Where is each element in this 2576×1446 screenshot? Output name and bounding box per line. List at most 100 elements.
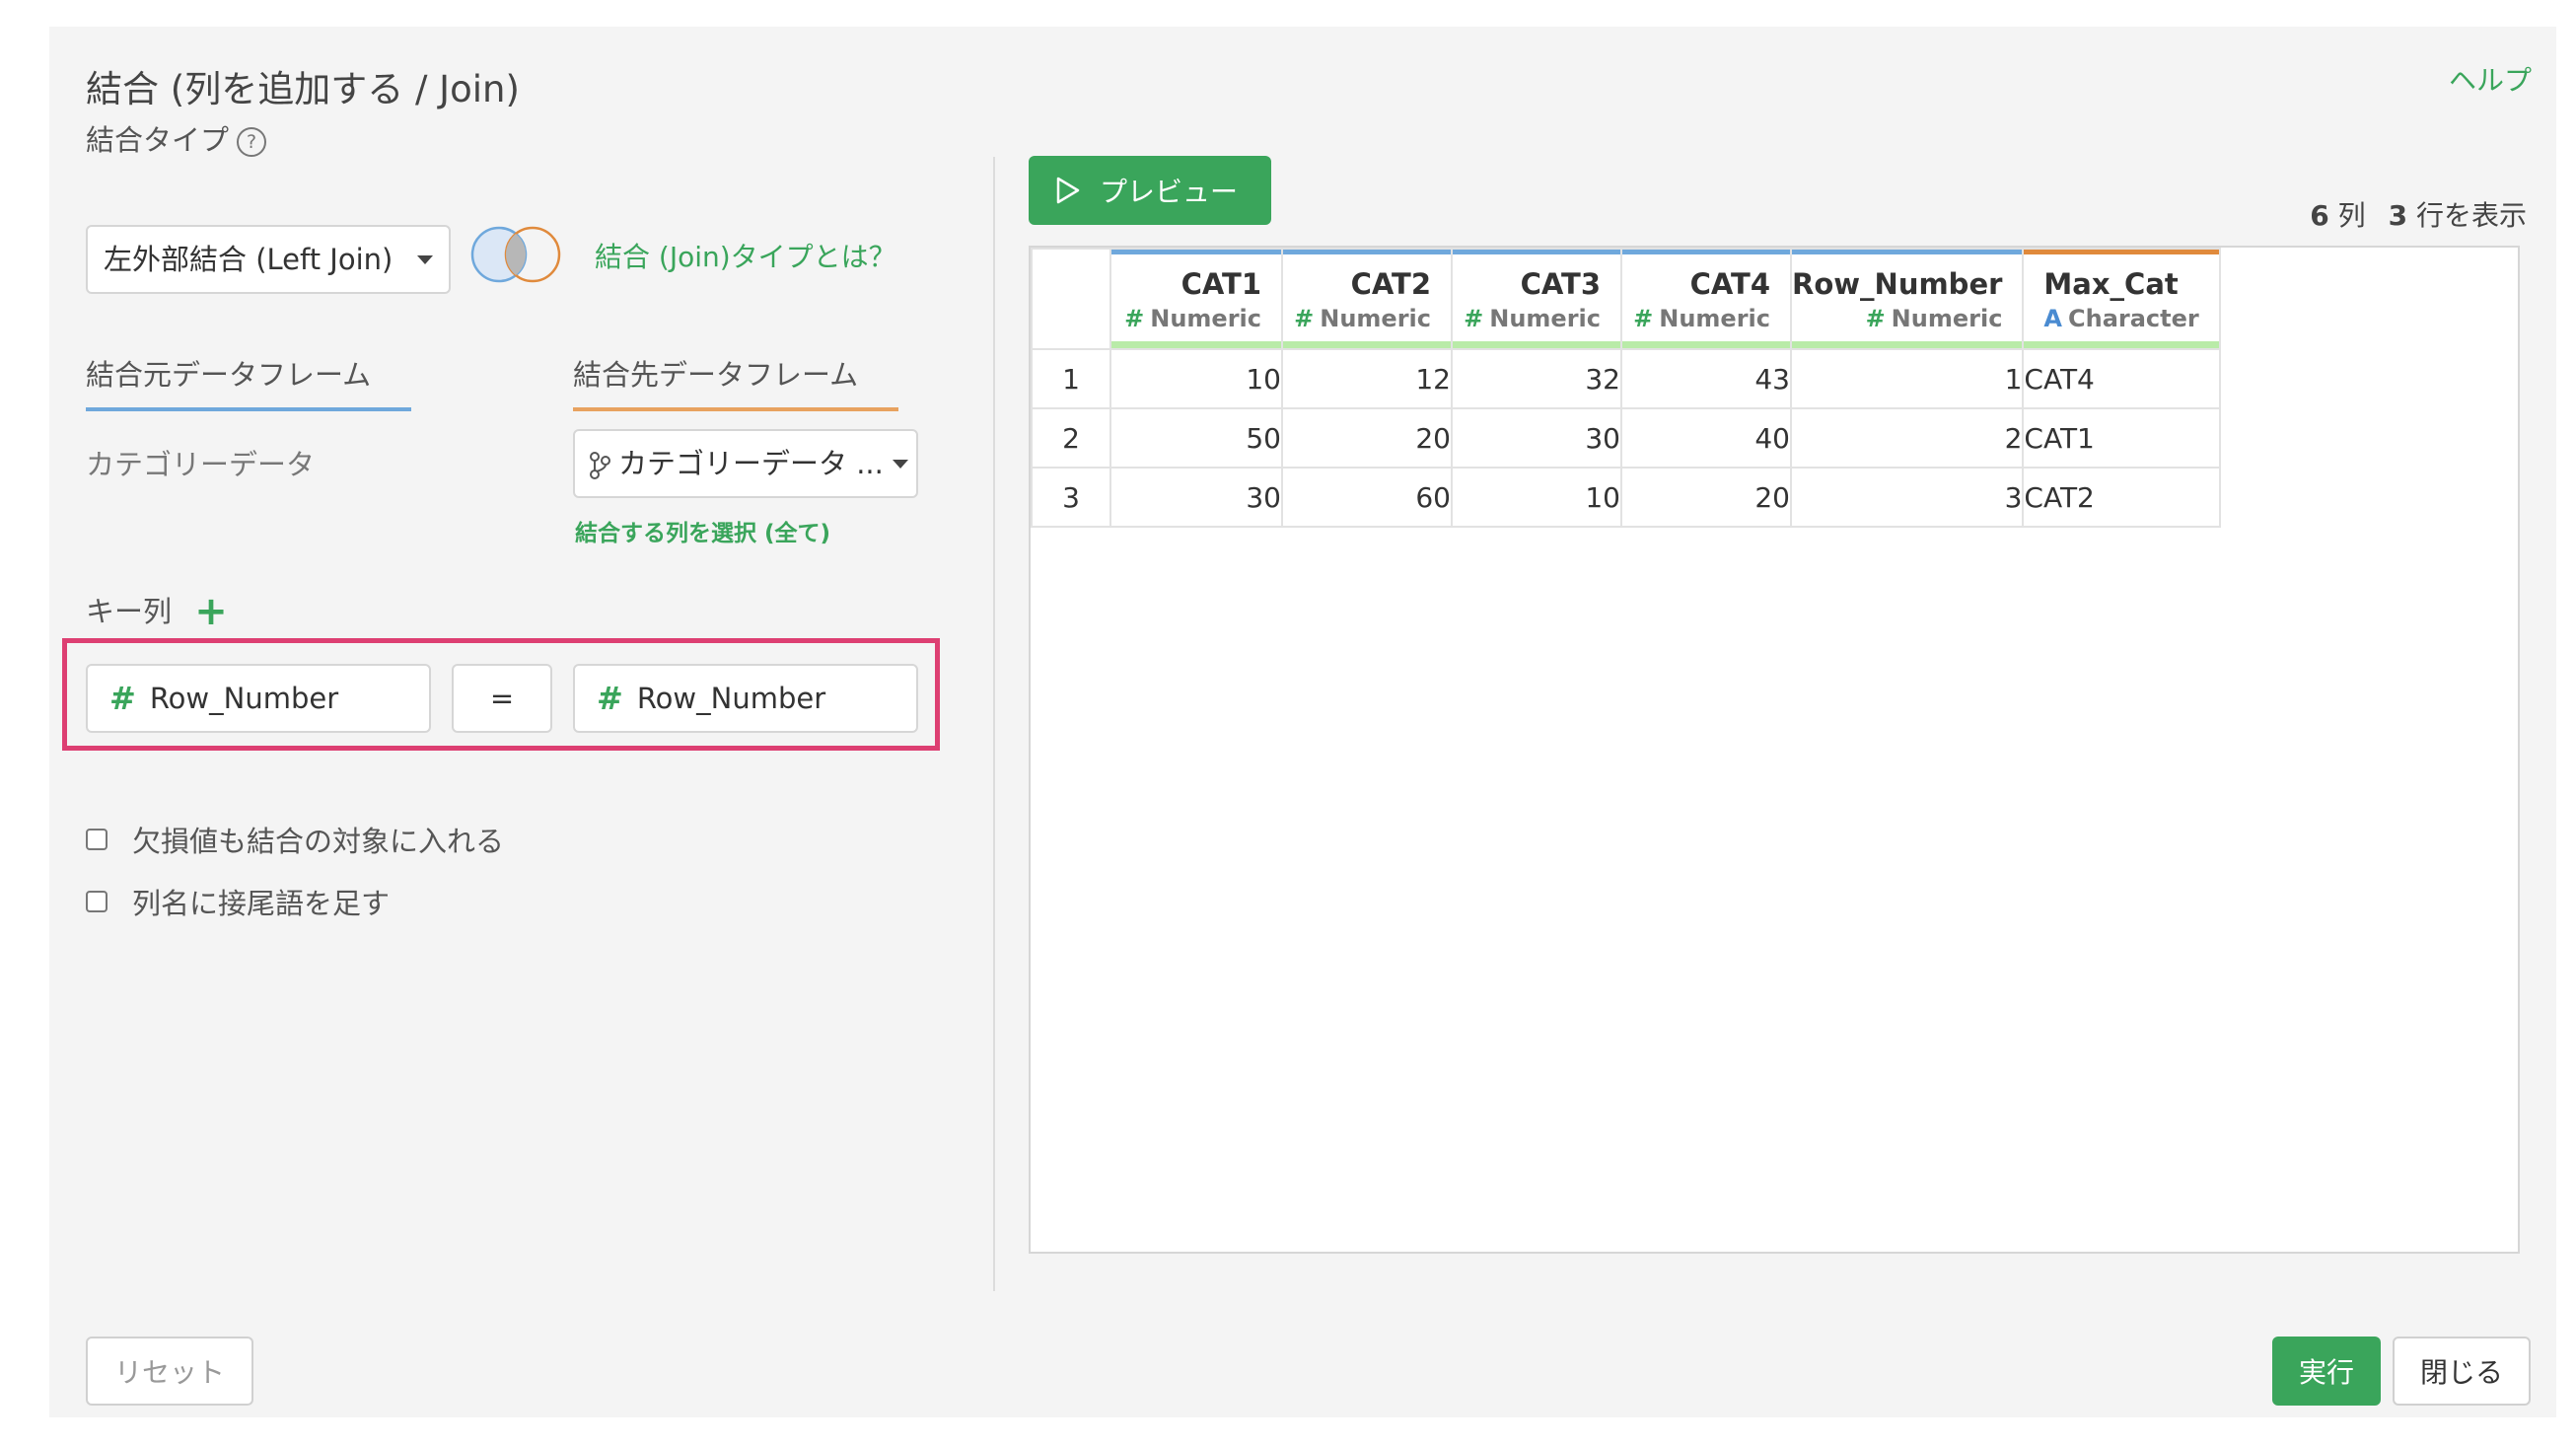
table-row: 2 50 20 30 40 2 CAT1 <box>1031 407 2221 469</box>
run-button[interactable]: 実行 <box>2272 1337 2381 1406</box>
venn-diagram-icon <box>470 226 561 283</box>
panel-divider <box>993 157 995 1291</box>
table-cell: 12 <box>1281 348 1453 409</box>
column-count: 6 <box>2310 199 2329 232</box>
column-type: Numeric <box>1150 305 1261 332</box>
column-count-unit: 列 <box>2337 199 2366 232</box>
column-type: Character <box>2068 305 2199 332</box>
chevron-down-icon <box>893 460 908 469</box>
numeric-hash-icon: # <box>1124 305 1145 332</box>
source-dataframe-name: カテゴリーデータ <box>86 448 316 481</box>
key-left-value: Row_Number <box>149 682 339 715</box>
character-a-icon: A <box>2043 305 2062 332</box>
row-index: 3 <box>1031 467 1111 528</box>
table-cell: 20 <box>1281 407 1453 469</box>
table-cell: 3 <box>1789 467 2025 528</box>
column-header[interactable]: CAT1 # Numeric <box>1109 248 1283 350</box>
key-right-value: Row_Number <box>636 682 826 715</box>
add-suffix-checkbox[interactable] <box>86 891 107 912</box>
key-operator-text: = <box>489 682 515 715</box>
include-na-label: 欠損値も結合の対象に入れる <box>132 825 505 858</box>
column-name: CAT4 <box>1689 267 1770 301</box>
column-header[interactable]: Row_Number # Numeric <box>1789 248 2025 350</box>
target-dataframe-value: カテゴリーデータ ... <box>618 447 884 480</box>
table-cell: 32 <box>1451 348 1622 409</box>
question-circle-icon[interactable]: ? <box>237 127 267 157</box>
table-cell: 20 <box>1620 467 1792 528</box>
key-columns-label-row: キー列 + <box>86 589 228 634</box>
numeric-hash-icon: # <box>1633 305 1654 332</box>
numeric-hash-icon: # <box>1464 305 1484 332</box>
table-row: 3 30 60 10 20 3 CAT2 <box>1031 467 2221 528</box>
branch-icon <box>590 452 610 479</box>
plus-icon[interactable]: + <box>194 589 228 634</box>
join-type-label-row: 結合タイプ? <box>86 117 267 159</box>
key-right-select[interactable]: # Row_Number <box>573 664 918 733</box>
column-type: Numeric <box>1320 305 1431 332</box>
table-header-row: CAT1 # Numeric CAT2 # Numeric CAT3 # Num… <box>1031 248 2221 350</box>
join-type-label: 結合タイプ <box>86 123 230 157</box>
help-link[interactable]: ヘルプ <box>2449 59 2532 99</box>
join-type-select[interactable]: 左外部結合 (Left Join) <box>86 225 451 294</box>
tab-source-dataframe[interactable]: 結合元データフレーム <box>86 352 411 411</box>
column-name: CAT2 <box>1350 267 1431 301</box>
key-operator: = <box>452 664 552 733</box>
numeric-hash-icon: # <box>109 680 136 717</box>
close-button[interactable]: 閉じる <box>2393 1337 2531 1406</box>
reset-button[interactable]: リセット <box>86 1337 253 1406</box>
table-cell: 43 <box>1620 348 1792 409</box>
chevron-down-icon <box>417 255 433 264</box>
table-cell: 60 <box>1281 467 1453 528</box>
column-name: CAT1 <box>1181 267 1261 301</box>
column-type: Numeric <box>1489 305 1601 332</box>
table-cell: 2 <box>1789 407 2025 469</box>
table-row: 1 10 12 32 43 1 CAT4 <box>1031 348 2221 409</box>
table-cell: 10 <box>1109 348 1283 409</box>
table-cell: 10 <box>1451 467 1622 528</box>
target-tab-label: 結合先データフレーム <box>573 358 859 392</box>
preview-table-container[interactable]: CAT1 # Numeric CAT2 # Numeric CAT3 # Num… <box>1029 246 2520 1254</box>
dialog-title: 結合 (列を追加する / Join) <box>86 68 520 110</box>
key-left-select[interactable]: # Row_Number <box>86 664 431 733</box>
table-cell: CAT1 <box>2022 407 2221 469</box>
column-name: Max_Cat <box>2043 267 2179 301</box>
preview-button[interactable]: プレビュー <box>1029 156 1271 225</box>
column-type: Numeric <box>1891 305 2003 332</box>
numeric-hash-icon: # <box>1865 305 1886 332</box>
table-cell: 40 <box>1620 407 1792 469</box>
row-index: 2 <box>1031 407 1111 469</box>
row-index: 1 <box>1031 348 1111 409</box>
include-na-checkbox[interactable] <box>86 829 107 850</box>
row-count: 3 <box>2388 199 2408 232</box>
tab-target-dataframe[interactable]: 結合先データフレーム <box>573 352 898 411</box>
column-name: Row_Number <box>1792 267 2003 301</box>
table-cell: 1 <box>1789 348 2025 409</box>
column-header[interactable]: Max_Cat A Character <box>2022 248 2221 350</box>
key-columns-label: キー列 <box>86 595 173 628</box>
table-cell: 30 <box>1451 407 1622 469</box>
column-name: CAT3 <box>1520 267 1601 301</box>
table-cell: CAT4 <box>2022 348 2221 409</box>
table-cell: 50 <box>1109 407 1283 469</box>
column-header[interactable]: CAT2 # Numeric <box>1281 248 1453 350</box>
preview-button-label: プレビュー <box>1100 176 1239 208</box>
row-index-header <box>1031 248 1111 350</box>
column-header[interactable]: CAT3 # Numeric <box>1451 248 1622 350</box>
select-columns-link[interactable]: 結合する列を選択 (全て) <box>575 514 830 547</box>
target-dataframe-select[interactable]: カテゴリーデータ ... <box>573 429 918 498</box>
join-type-value: 左外部結合 (Left Join) <box>104 243 394 276</box>
option-include-na[interactable]: 欠損値も結合の対象に入れる <box>86 819 504 860</box>
row-count-unit: 行を表示 <box>2415 199 2527 232</box>
join-dialog: 結合 (列を追加する / Join) ヘルプ 結合タイプ? 左外部結合 (Lef… <box>49 27 2556 1417</box>
column-type: Numeric <box>1659 305 1770 332</box>
preview-table: CAT1 # Numeric CAT2 # Numeric CAT3 # Num… <box>1031 248 2221 528</box>
table-cell: 30 <box>1109 467 1283 528</box>
numeric-hash-icon: # <box>1294 305 1315 332</box>
preview-summary: 6 列 3 行を表示 <box>2310 194 2527 234</box>
join-type-info-link[interactable]: 結合 (Join)タイプとは？ <box>595 236 896 275</box>
column-header[interactable]: CAT4 # Numeric <box>1620 248 1792 350</box>
add-suffix-label: 列名に接尾語を足す <box>132 887 391 920</box>
option-add-suffix[interactable]: 列名に接尾語を足す <box>86 881 390 922</box>
table-cell: CAT2 <box>2022 467 2221 528</box>
source-tab-label: 結合元データフレーム <box>86 358 372 392</box>
